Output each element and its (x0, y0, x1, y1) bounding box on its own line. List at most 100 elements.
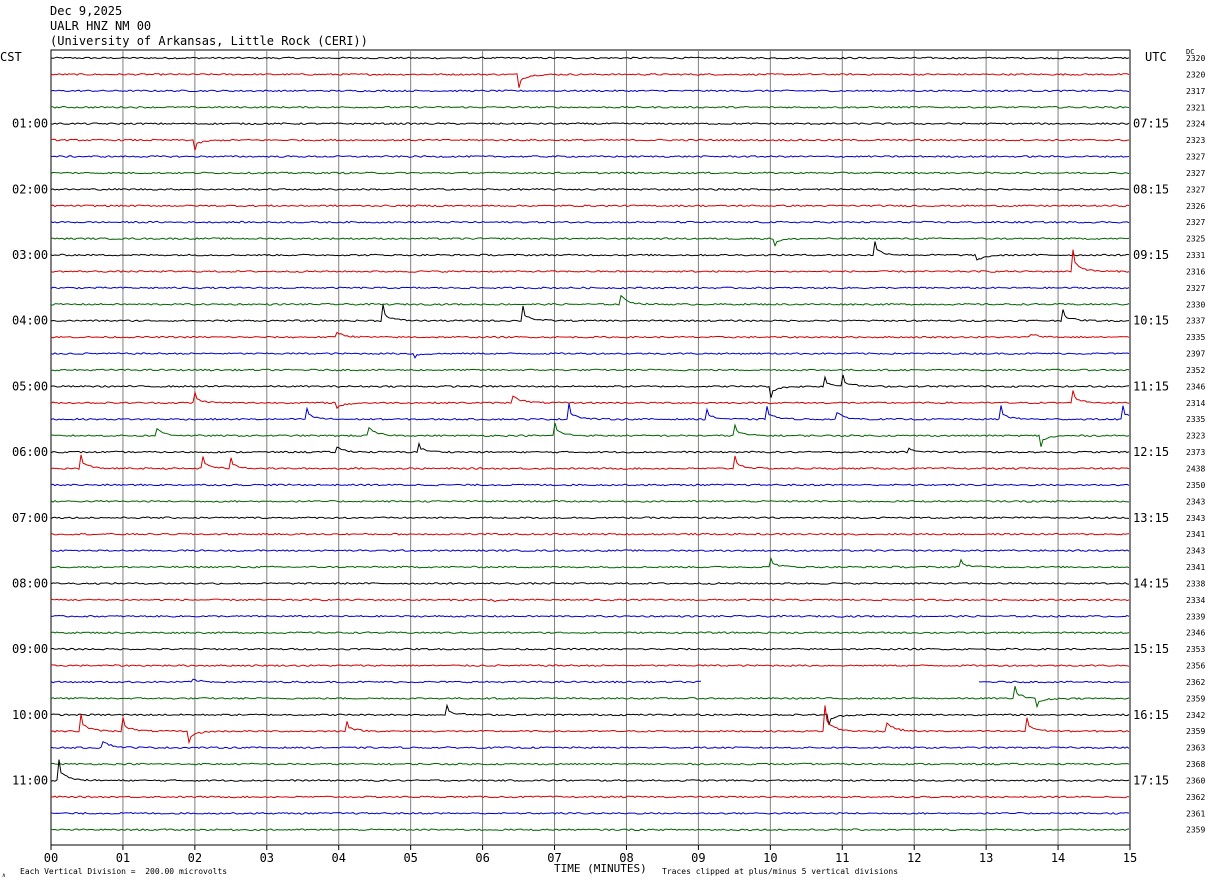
left-hour-label: 11:00 (12, 773, 48, 787)
trace-line (51, 155, 1130, 158)
left-hour-label: 04:00 (12, 314, 48, 328)
dc-value: 2363 (1186, 744, 1205, 753)
dc-value: 2320 (1186, 70, 1205, 79)
x-axis-title: TIME (MINUTES) (554, 862, 647, 875)
trace-line (50, 647, 1129, 651)
trace-line (50, 631, 1130, 635)
trace-line (50, 614, 1130, 618)
trace-line (50, 294, 1130, 306)
dc-value: 2330 (1186, 300, 1205, 309)
dc-value: 2327 (1186, 169, 1205, 178)
trace-line (50, 73, 1130, 88)
dc-value: 2314 (1186, 399, 1205, 408)
trace-line (50, 374, 1130, 398)
x-tick-label: 03 (260, 851, 274, 865)
trace-line (50, 237, 1130, 248)
right-hour-label: 11:15 (1133, 379, 1169, 393)
dc-value: 2331 (1186, 251, 1205, 260)
trace-line (50, 664, 1130, 667)
trace-line (50, 759, 1130, 782)
dc-value: 2343 (1186, 514, 1205, 523)
clip-note: Traces clipped at plus/minus 5 vertical … (662, 867, 899, 876)
x-tick-label: 02 (188, 851, 202, 865)
dc-value: 2320 (1186, 54, 1205, 63)
trace-line (50, 422, 1130, 447)
dc-value: 2346 (1186, 629, 1205, 638)
trace-line (50, 549, 1130, 553)
dc-value: 2368 (1186, 760, 1205, 769)
x-tick-label: 09 (691, 851, 705, 865)
left-hour-label: 03:00 (12, 248, 48, 262)
right-hour-label: 15:15 (1133, 642, 1169, 656)
dc-value: 2337 (1186, 317, 1205, 326)
dc-value: 2343 (1186, 547, 1205, 556)
trace-line (50, 441, 1130, 454)
dc-value: 2353 (1186, 645, 1205, 654)
trace-line (50, 138, 1130, 151)
left-hour-label: 10:00 (12, 708, 48, 722)
trace-line (50, 249, 1130, 273)
x-tick-label: 11 (835, 851, 849, 865)
dc-value: 2327 (1186, 153, 1205, 162)
trace-line (50, 762, 1130, 766)
trace-line (50, 532, 1130, 536)
trace-line (50, 89, 1130, 93)
trace-line (50, 204, 1130, 208)
trace-line (50, 741, 1130, 750)
trace-line (50, 811, 1130, 815)
trace-line (50, 105, 1130, 109)
dc-value: 2326 (1186, 202, 1205, 211)
trace-line (50, 582, 1130, 585)
trace-line (50, 171, 1130, 175)
dc-value: 2323 (1186, 432, 1205, 441)
x-tick-label: 00 (44, 851, 58, 865)
x-tick-label: 15 (1123, 851, 1137, 865)
trace-line (50, 368, 1130, 372)
right-hour-label: 16:15 (1133, 708, 1169, 722)
seismogram-plot: 00 01 02 03 04 05 06 07 08 09 10 11 12 13 14 1523202320… (12, 49, 1205, 865)
trace-line (50, 220, 1130, 224)
left-hour-label: 05:00 (12, 379, 48, 393)
right-hour-label: 10:15 (1133, 314, 1169, 328)
dc-value: 2359 (1186, 694, 1205, 703)
dc-value: 2334 (1186, 596, 1205, 605)
dc-value: 2338 (1186, 579, 1205, 588)
trace-line (50, 390, 1130, 410)
dc-value: 2373 (1186, 448, 1205, 457)
dc-value: 2397 (1186, 350, 1205, 359)
x-tick-label: 06 (475, 851, 489, 865)
dc-value: 2361 (1186, 809, 1205, 818)
x-tick-label: 10 (763, 851, 777, 865)
trace-line (50, 352, 1130, 359)
trace-line (50, 795, 1130, 799)
right-hour-label: 13:15 (1133, 511, 1169, 525)
trace-line (50, 56, 1130, 60)
trace-line (51, 828, 1130, 832)
dc-value: 2324 (1186, 120, 1205, 129)
dc-value: 2342 (1186, 711, 1205, 720)
dc-value: 2323 (1186, 136, 1205, 145)
right-hour-label: 07:15 (1133, 117, 1169, 131)
dc-value: 2359 (1186, 727, 1205, 736)
trace-line (50, 703, 1130, 726)
trace-line (50, 483, 1130, 487)
trace-line (50, 686, 1130, 709)
dc-value: 2362 (1186, 793, 1205, 802)
trace-line (50, 304, 1130, 323)
trace-line (50, 499, 1130, 503)
right-hour-label: 14:15 (1133, 576, 1169, 590)
dc-value: 2356 (1186, 662, 1205, 671)
trace-line (50, 187, 1130, 191)
dc-value: 2321 (1186, 103, 1205, 112)
dc-value: 2438 (1186, 465, 1205, 474)
dc-value: 2325 (1186, 235, 1205, 244)
plot-frame (50, 49, 1131, 846)
trace-line (50, 705, 1130, 745)
left-hour-label: 08:00 (12, 576, 48, 590)
dc-value: 2341 (1186, 563, 1205, 572)
right-hour-label: 17:15 (1133, 773, 1169, 787)
x-tick-label: 01 (116, 851, 130, 865)
scale-note: Each Vertical Division = 200.00 microvol… (20, 867, 228, 876)
right-hour-label: 12:15 (1133, 445, 1169, 459)
left-hour-label: 06:00 (12, 445, 48, 459)
